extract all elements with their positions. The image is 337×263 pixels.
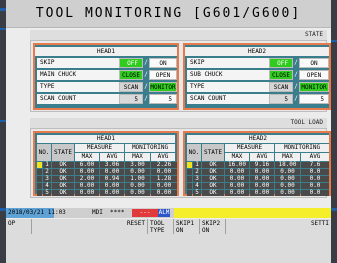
status-message-bar	[174, 208, 331, 218]
state-section-label: STATE	[304, 31, 323, 38]
state-head1-box: HEAD1 SKIP OFF / ON MAIN CHUCK CLOSE / O…	[33, 43, 179, 110]
softkey-tool-type[interactable]: TOOL TYPE	[148, 219, 174, 234]
head2-type-scan-button[interactable]: SCAN	[269, 82, 293, 92]
col-header-state: STATE	[202, 144, 224, 161]
head1-scan-count-value: 5	[119, 94, 143, 104]
col-header-monitoring: MONITORING	[125, 144, 175, 152]
state-head2-title: HEAD2	[185, 47, 329, 56]
col-header-state: STATE	[52, 144, 74, 161]
head2-scan-count-value: 5	[269, 94, 293, 104]
head1-skip-off-button[interactable]: OFF	[119, 58, 143, 68]
tool-load-section-label: TOOL LOAD	[290, 119, 323, 126]
head1-chuck-open-button[interactable]: OPEN	[149, 70, 177, 80]
col-header-measure: MEASURE	[225, 144, 274, 152]
row-number: 5	[43, 190, 51, 196]
row-monitoring-max: 0.00	[125, 190, 150, 196]
head2-chuck-close-button[interactable]: CLOSE	[269, 70, 293, 80]
row-select-marker[interactable]	[187, 169, 192, 175]
head1-scan-count-input[interactable]: 5	[149, 94, 177, 104]
softkey-skip2-label: SKIP2 ON	[202, 220, 221, 234]
head2-scan-count-label: SCAN COUNT	[187, 94, 269, 104]
row-monitoring-avg: 0.00	[151, 190, 177, 196]
row-monitoring-avg: 0.0	[301, 190, 329, 196]
row-select-marker[interactable]	[187, 190, 192, 196]
row-measure-max: 0.00	[75, 190, 99, 196]
row-measure-max: 0.00	[225, 190, 249, 196]
row-select-marker[interactable]	[37, 183, 42, 189]
head1-skip-label: SKIP	[37, 58, 119, 68]
col-header-no: NO.	[37, 144, 51, 161]
row-state: OK	[52, 190, 74, 196]
row-monitoring-max: 0.00	[275, 190, 300, 196]
tool-load-head1-title: HEAD1	[37, 135, 175, 143]
softkey-skip1-label: SKIP1 ON	[176, 220, 195, 234]
col-header-avg: AVG	[151, 153, 175, 161]
state-head2-box: HEAD2 SKIP OFF / ON SUB CHUCK CLOSE / OP…	[183, 43, 331, 110]
col-header-avg: AVG	[250, 153, 274, 161]
col-header-max: MAX	[75, 153, 99, 161]
cnc-screen: TOOL MONITORING [G601/G600] STATE HEAD1 …	[6, 0, 331, 263]
col-header-measure: MEASURE	[75, 144, 124, 152]
col-header-avg: AVG	[301, 153, 329, 161]
head2-chuck-open-button[interactable]: OPEN	[299, 70, 329, 80]
head2-skip-label: SKIP	[187, 58, 269, 68]
head1-skip-on-button[interactable]: ON	[149, 58, 177, 68]
col-header-max: MAX	[125, 153, 150, 161]
col-header-monitoring: MONITORING	[275, 144, 329, 152]
softkey-bar: OP RESET TOOL TYPE SKIP1 ON SKIP2 ON SET…	[6, 219, 331, 263]
softkey-setting-label: SETTI	[310, 220, 329, 227]
head2-skip-on-button[interactable]: ON	[299, 58, 329, 68]
softkey-tool-type-label: TOOL TYPE	[150, 220, 165, 234]
softkey-reset[interactable]: RESET	[32, 219, 148, 234]
tool-load-section-header: TOOL LOAD	[30, 118, 327, 128]
status-alarm-indicator: ---	[132, 209, 158, 217]
head2-type-monitor-button[interactable]: MONITOR	[299, 82, 329, 92]
head1-chuck-close-button[interactable]: CLOSE	[119, 70, 143, 80]
head2-skip-off-button[interactable]: OFF	[269, 58, 293, 68]
status-line: 2018/03/21 11:03 MDI **** --- ALM	[6, 208, 331, 218]
right-edge-marker	[331, 40, 337, 42]
tool-load-head1-table: HEAD1 NO. STATE MEASURE MONITORING MAX A…	[33, 131, 179, 196]
row-number: 5	[193, 190, 201, 196]
head1-main-chuck-label: MAIN CHUCK	[37, 70, 119, 80]
softkey-op[interactable]: OP	[6, 219, 32, 234]
col-header-avg: AVG	[100, 153, 124, 161]
softkey-setting[interactable]: SETTI	[226, 219, 331, 234]
row-select-marker[interactable]	[187, 162, 192, 168]
head2-type-label: TYPE	[187, 82, 269, 92]
head1-type-monitor-button[interactable]: MONITOR	[149, 82, 177, 92]
softkey-reset-label: RESET	[126, 220, 145, 227]
col-header-max: MAX	[275, 153, 300, 161]
row-select-marker[interactable]	[187, 176, 192, 182]
softkey-skip1-on[interactable]: SKIP1 ON	[174, 219, 200, 234]
tool-load-head2-table: HEAD2 NO. STATE MEASURE MONITORING MAX A…	[183, 131, 331, 196]
row-measure-avg: 0.00	[250, 190, 274, 196]
row-state: OK	[202, 190, 224, 196]
head1-type-scan-button[interactable]: SCAN	[119, 82, 143, 92]
col-header-max: MAX	[225, 153, 249, 161]
row-select-marker[interactable]	[37, 162, 42, 168]
status-alarm-label: ALM	[158, 209, 170, 217]
status-run-state: ****	[110, 209, 125, 216]
status-mode: MDI	[92, 209, 103, 216]
right-edge-marker	[331, 208, 337, 211]
row-measure-avg: 0.00	[100, 190, 124, 196]
head2-sub-chuck-label: SUB CHUCK	[187, 70, 269, 80]
head2-scan-count-input[interactable]: 5	[299, 94, 329, 104]
row-select-marker[interactable]	[37, 169, 42, 175]
softkey-op-label: OP	[8, 220, 16, 227]
row-select-marker[interactable]	[187, 183, 192, 189]
state-head1-title: HEAD1	[35, 47, 177, 56]
tool-load-head2-title: HEAD2	[187, 135, 329, 143]
head1-scan-count-label: SCAN COUNT	[37, 94, 119, 104]
col-header-no: NO.	[187, 144, 201, 161]
state-section-header: STATE	[30, 30, 327, 40]
head1-type-label: TYPE	[37, 82, 119, 92]
page-title: TOOL MONITORING [G601/G600]	[6, 0, 331, 28]
softkey-skip2-on[interactable]: SKIP2 ON	[200, 219, 226, 234]
right-panel-edge	[331, 0, 337, 263]
row-select-marker[interactable]	[37, 190, 42, 196]
status-datetime: 2018/03/21 11:03	[8, 209, 66, 216]
row-select-marker[interactable]	[37, 176, 42, 182]
